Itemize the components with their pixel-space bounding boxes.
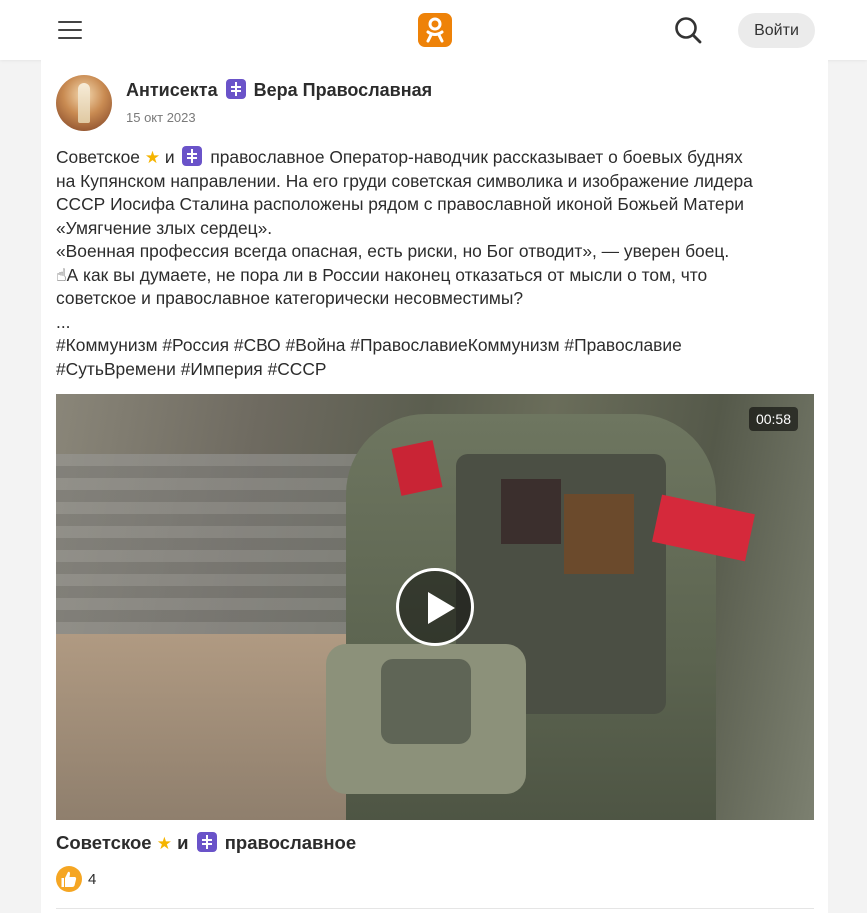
hashtag-link[interactable]: #Война (286, 335, 346, 355)
play-icon[interactable] (396, 568, 474, 646)
hashtag-link[interactable]: #Империя (181, 359, 263, 379)
like-count: 4 (88, 871, 97, 888)
text-line-4: «Умягчение злых сердец». (56, 217, 273, 238)
hashtags-line-2: #СутьВремени #Империя #СССР (56, 358, 816, 382)
video-title[interactable]: Советское ★ и православное (56, 832, 356, 854)
post-date: 15 окт 2023 (126, 110, 196, 125)
text-line-2: на Купянском направлении. На его груди с… (56, 170, 753, 191)
post-text: Советское ★ и православное Оператор-наво… (56, 146, 816, 381)
avatar[interactable] (56, 75, 112, 131)
star-icon: ★ (156, 834, 172, 853)
video-frame-wall (56, 454, 396, 634)
author-name-part1: Антисекта (126, 80, 218, 100)
hashtag-link[interactable]: #ПравославиеКоммунизм (350, 335, 559, 355)
orthodox-cross-icon (225, 79, 246, 99)
video-frame-icon-patch (564, 494, 634, 574)
text-fragment: православное Оператор-наводчик рассказыв… (210, 147, 743, 167)
text-line-5: «Военная профессия всегда опасная, есть … (56, 241, 730, 261)
search-icon[interactable] (672, 14, 704, 46)
post-card: Антисекта Вера Православная 15 окт 2023 … (41, 60, 828, 913)
text-line-7: советское и православное категорически н… (56, 288, 524, 308)
hashtag-link[interactable]: #Православие (564, 335, 681, 355)
video-player[interactable]: 00:58 (56, 394, 814, 820)
text-fragment: и (164, 147, 175, 167)
post-author[interactable]: Антисекта Вера Православная (126, 79, 432, 101)
hashtag-link[interactable]: #СутьВремени (56, 359, 176, 379)
text-fragment: Советское (56, 147, 140, 167)
text-line-8: ... (56, 311, 71, 332)
video-duration: 00:58 (748, 407, 798, 431)
video-frame-glove (381, 659, 471, 744)
title-fragment: православное (224, 832, 357, 853)
hashtags-line-1: #Коммунизм #Россия #СВО #Война #Правосла… (56, 334, 816, 358)
divider (56, 908, 814, 909)
like-icon[interactable] (56, 866, 82, 892)
hashtag-link[interactable]: #СССР (268, 359, 327, 379)
author-name-part2: Вера Православная (253, 80, 433, 100)
text-line-6: ☝А как вы думаете, не пора ли в России н… (56, 264, 708, 285)
hashtag-link[interactable]: #Коммунизм (56, 335, 158, 355)
menu-icon[interactable] (58, 19, 84, 41)
video-frame-patch (501, 479, 561, 544)
orthodox-cross-icon (196, 832, 217, 852)
hashtag-link[interactable]: #Россия (162, 335, 229, 355)
login-button[interactable]: Войти (738, 13, 815, 48)
title-fragment: Советское (56, 832, 152, 853)
orthodox-cross-icon (182, 146, 203, 166)
star-icon: ★ (144, 148, 161, 167)
title-fragment: и (177, 832, 189, 853)
ok-logo-icon[interactable] (418, 13, 452, 47)
hashtag-link[interactable]: #СВО (234, 335, 281, 355)
text-line-1: Советское ★ и православное Оператор-наво… (56, 146, 816, 170)
text-line-3: СССР Иосифа Сталина расположены рядом с … (56, 194, 744, 214)
top-bar: Войти (0, 0, 867, 60)
